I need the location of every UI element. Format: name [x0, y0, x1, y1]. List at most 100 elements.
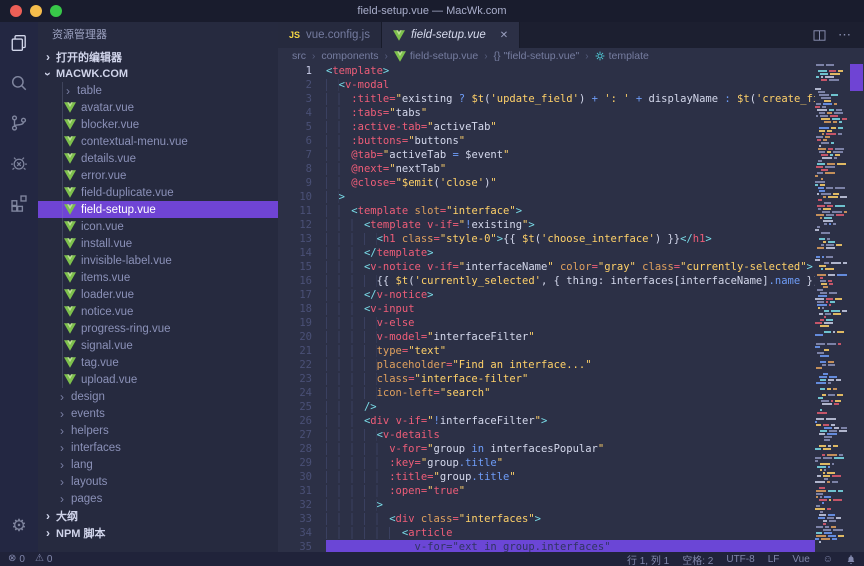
tree-folder-lang[interactable]: ›lang [38, 456, 278, 473]
tree-file-invisible-label.vue[interactable]: invisible-label.vue [38, 252, 278, 269]
tree-file-field-duplicate.vue[interactable]: field-duplicate.vue [38, 184, 278, 201]
breadcrumb-item[interactable]: {} "field-setup.vue" [494, 50, 580, 62]
editor-scrollbar[interactable] [849, 64, 864, 552]
line-number: 33 [278, 512, 326, 526]
tree-file-blocker.vue[interactable]: blocker.vue [38, 116, 278, 133]
status-item[interactable]: 空格: 2 [682, 552, 713, 566]
code-line-10[interactable]: 10 > [278, 190, 815, 204]
close-window-button[interactable] [10, 5, 22, 17]
tree-folder-interfaces[interactable]: ›interfaces [38, 439, 278, 456]
code-line-5[interactable]: 5 :active-tab="activeTab" [278, 120, 815, 134]
code-line-24[interactable]: 24 icon-left="search" [278, 386, 815, 400]
feedback-smiley-icon[interactable]: ☺ [823, 554, 833, 565]
code-line-2[interactable]: 2 <v-modal [278, 78, 815, 92]
minimap[interactable] [815, 64, 847, 552]
debug-icon[interactable] [6, 150, 32, 176]
settings-gear-icon[interactable]: ⚙ [11, 516, 26, 536]
breadcrumb-item[interactable]: field-setup.vue [394, 50, 478, 62]
tree-folder-helpers[interactable]: ›helpers [38, 422, 278, 439]
status-item[interactable]: 行 1, 列 1 [627, 552, 669, 566]
code-line-12[interactable]: 12 <template v-if="!existing"> [278, 218, 815, 232]
code-text: {{ $t('currently_selected', { thing: int… [326, 274, 815, 288]
tree-file-items.vue[interactable]: items.vue [38, 269, 278, 286]
status-item[interactable]: UTF-8 [726, 554, 754, 565]
split-editor-icon[interactable] [813, 30, 826, 41]
vue-file-icon [64, 272, 76, 283]
code-line-29[interactable]: 29 :key="group.title" [278, 456, 815, 470]
extensions-icon[interactable] [6, 190, 32, 216]
tree-file-error.vue[interactable]: error.vue [38, 167, 278, 184]
tree-file-icon.vue[interactable]: icon.vue [38, 218, 278, 235]
code-line-6[interactable]: 6 :buttons="buttons" [278, 134, 815, 148]
tree-file-signal.vue[interactable]: signal.vue [38, 337, 278, 354]
status-errors[interactable]: ⊗0 [8, 554, 25, 565]
tree-file-field-setup.vue[interactable]: field-setup.vue [38, 201, 278, 218]
tree-file-details.vue[interactable]: details.vue [38, 150, 278, 167]
tree-file-upload.vue[interactable]: upload.vue [38, 371, 278, 388]
tree-file-contextual-menu.vue[interactable]: contextual-menu.vue [38, 133, 278, 150]
breadcrumb-item[interactable]: template [595, 50, 649, 62]
code-line-23[interactable]: 23 class="interface-filter" [278, 372, 815, 386]
more-actions-icon[interactable]: ⋯ [838, 27, 852, 43]
tree-section-大纲[interactable]: ›大纲 [38, 507, 278, 524]
code-line-15[interactable]: 15 <v-notice v-if="interfaceName" color=… [278, 260, 815, 274]
tree-file-avatar.vue[interactable]: avatar.vue [38, 99, 278, 116]
tree-file-tag.vue[interactable]: tag.vue [38, 354, 278, 371]
files-icon[interactable] [6, 30, 32, 56]
code-line-21[interactable]: 21 type="text" [278, 344, 815, 358]
code-line-11[interactable]: 11 <template slot="interface"> [278, 204, 815, 218]
code-line-30[interactable]: 30 :title="group.title" [278, 470, 815, 484]
breadcrumb-item[interactable]: components [321, 50, 378, 62]
tab-field-setup.vue[interactable]: field-setup.vue✕ [382, 22, 520, 48]
status-item[interactable]: LF [768, 554, 780, 565]
tree-file-progress-ring.vue[interactable]: progress-ring.vue [38, 320, 278, 337]
scrollbar-thumb[interactable] [850, 64, 863, 91]
code-line-32[interactable]: 32 > [278, 498, 815, 512]
tree-folder-layouts[interactable]: ›layouts [38, 473, 278, 490]
code-line-3[interactable]: 3 :title="existing ? $t('update_field') … [278, 92, 815, 106]
code-line-33[interactable]: 33 <div class="interfaces"> [278, 512, 815, 526]
code-line-25[interactable]: 25 /> [278, 400, 815, 414]
code-line-4[interactable]: 4 :tabs="tabs" [278, 106, 815, 120]
tab-vue.config.js[interactable]: JSvue.config.js [278, 22, 382, 48]
code-line-8[interactable]: 8 @next="nextTab" [278, 162, 815, 176]
code-line-31[interactable]: 31 :open="true" [278, 484, 815, 498]
tree-folder-design[interactable]: ›design [38, 388, 278, 405]
code-line-20[interactable]: 20 v-model="interfaceFilter" [278, 330, 815, 344]
code-line-34[interactable]: 34 <article [278, 526, 815, 540]
search-icon[interactable] [6, 70, 32, 96]
tree-file-notice.vue[interactable]: notice.vue [38, 303, 278, 320]
code-line-17[interactable]: 17 </v-notice> [278, 288, 815, 302]
status-item[interactable]: Vue [792, 554, 809, 565]
tree-file-loader.vue[interactable]: loader.vue [38, 286, 278, 303]
minimize-window-button[interactable] [30, 5, 42, 17]
breadcrumb-item[interactable]: src [292, 50, 306, 62]
zoom-window-button[interactable] [50, 5, 62, 17]
code-line-26[interactable]: 26 <div v-if="!interfaceFilter"> [278, 414, 815, 428]
source-control-icon[interactable] [6, 110, 32, 136]
code-line-18[interactable]: 18 <v-input [278, 302, 815, 316]
tree-folder-pages[interactable]: ›pages [38, 490, 278, 507]
code-line-28[interactable]: 28 v-for="group in interfacesPopular" [278, 442, 815, 456]
code-text: :buttons="buttons" [326, 134, 815, 148]
status-warnings[interactable]: ⚠0 [35, 554, 53, 565]
code-line-27[interactable]: 27 <v-details [278, 428, 815, 442]
tree-section-MACWK.COM[interactable]: ›MACWK.COM [38, 65, 278, 82]
code-editor[interactable]: 1<template>2 <v-modal3 :title="existing … [278, 64, 815, 552]
code-line-1[interactable]: 1<template> [278, 64, 815, 78]
tree-folder-table[interactable]: ›table [38, 82, 278, 99]
code-line-7[interactable]: 7 @tab="activeTab = $event" [278, 148, 815, 162]
code-line-16[interactable]: 16 {{ $t('currently_selected', { thing: … [278, 274, 815, 288]
code-line-9[interactable]: 9 @close="$emit('close')" [278, 176, 815, 190]
code-line-14[interactable]: 14 </template> [278, 246, 815, 260]
code-line-13[interactable]: 13 <h1 class="style-0">{{ $t('choose_int… [278, 232, 815, 246]
code-line-35[interactable]: 35 v-for="ext in group.interfaces" [278, 540, 815, 552]
close-tab-icon[interactable]: ✕ [500, 30, 508, 41]
bell-icon[interactable] [846, 554, 856, 565]
tree-folder-events[interactable]: ›events [38, 405, 278, 422]
tree-section-NPM 脚本[interactable]: ›NPM 脚本 [38, 524, 278, 541]
code-line-22[interactable]: 22 placeholder="Find an interface..." [278, 358, 815, 372]
tree-file-install.vue[interactable]: install.vue [38, 235, 278, 252]
code-line-19[interactable]: 19 v-else [278, 316, 815, 330]
tree-section-打开的编辑器[interactable]: ›打开的编辑器 [38, 48, 278, 65]
